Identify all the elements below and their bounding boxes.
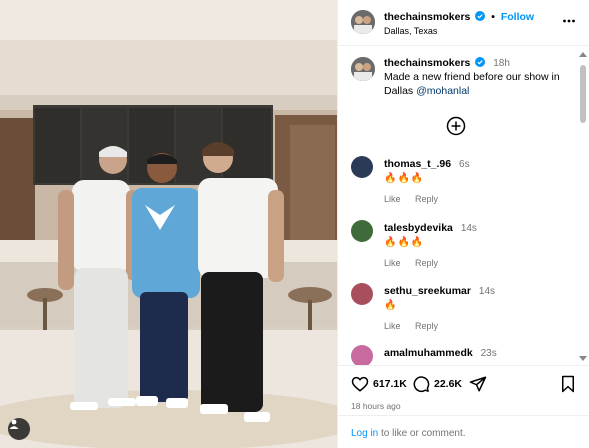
comment-actions: Like Reply: [384, 258, 450, 268]
commenter-username[interactable]: talesbydevika: [384, 222, 453, 234]
verified-badge-icon: [475, 57, 486, 67]
commenter-username[interactable]: sethu_sreekumar: [384, 285, 471, 297]
comment-reply-button[interactable]: Reply: [415, 258, 438, 268]
comment-count: 22.6K: [434, 378, 463, 390]
scrollbar-thumb[interactable]: [580, 65, 586, 123]
comment-text: 🔥: [384, 300, 398, 311]
photo-illustration: [0, 0, 337, 448]
like-count: 617.1K: [373, 378, 407, 390]
scroll-down-arrow-icon[interactable]: [579, 356, 587, 361]
post-header: thechainsmokers • Follow Dallas, Texas: [338, 0, 589, 46]
post-timestamp: 18 hours ago: [351, 401, 401, 411]
follow-button[interactable]: Follow: [501, 11, 534, 23]
comment-header: sethu_sreekumar 14s: [384, 285, 495, 297]
login-prompt: Log in to like or comment.: [338, 415, 589, 448]
comment-bubble-icon: [413, 376, 430, 393]
share-action[interactable]: [469, 375, 491, 393]
commenter-username[interactable]: thomas_t_.96: [384, 158, 451, 170]
comment-item: talesbydevika 14s 🔥🔥🔥 Like Reply: [338, 218, 578, 278]
post-location[interactable]: Dallas, Texas: [384, 26, 437, 36]
tagged-users-button[interactable]: [8, 418, 30, 440]
comment-like-button[interactable]: Like: [384, 258, 401, 268]
comment-time: 6s: [459, 159, 470, 170]
author-avatar[interactable]: [351, 10, 375, 34]
caption-header: thechainsmokers 18h: [384, 57, 510, 69]
comment-actions: Like Reply: [384, 321, 450, 331]
commenter-avatar[interactable]: [351, 156, 373, 178]
post-side-panel: thechainsmokers • Follow Dallas, Texas t…: [337, 0, 589, 448]
author-username[interactable]: thechainsmokers: [384, 11, 470, 23]
heart-icon: [351, 376, 369, 392]
caption-time: 18h: [493, 58, 510, 69]
save-action[interactable]: [560, 375, 580, 393]
commenter-avatar[interactable]: [351, 220, 373, 242]
comment-reply-button[interactable]: Reply: [415, 194, 438, 204]
share-paper-plane-icon: [469, 376, 487, 392]
caption-text: Made a new friend before our show in Dal…: [384, 70, 564, 98]
caption-username[interactable]: thechainsmokers: [384, 57, 470, 69]
like-action[interactable]: 617.1K: [351, 375, 407, 393]
comment-header: thomas_t_.96 6s: [384, 158, 470, 170]
comment-header: amalmuhammedk 23s: [384, 347, 497, 359]
comments-scroll-area[interactable]: thechainsmokers 18h Made a new friend be…: [338, 47, 589, 365]
comment-header: talesbydevika 14s: [384, 222, 477, 234]
comment-item: sethu_sreekumar 14s 🔥 Like Reply: [338, 281, 578, 341]
comment-time: 23s: [480, 348, 497, 359]
caption-mention-link[interactable]: @mohanlal: [416, 85, 469, 97]
person-icon: [9, 419, 19, 429]
header-author-row: thechainsmokers • Follow: [384, 11, 534, 23]
comment-text: 🔥🔥🔥: [384, 173, 425, 184]
comment-action[interactable]: 22.6K: [412, 375, 462, 393]
comment-like-button[interactable]: Like: [384, 321, 401, 331]
post-actions-bar: 617.1K 22.6K 18 hours ago: [338, 365, 589, 415]
login-prompt-text: to like or comment.: [378, 428, 466, 439]
caption-avatar-image: [351, 57, 375, 81]
verified-badge-icon: [475, 11, 486, 21]
comment-text: 🔥🔥🔥: [384, 237, 425, 248]
commenter-avatar[interactable]: [351, 283, 373, 305]
post-photo[interactable]: [0, 0, 337, 448]
commenter-avatar[interactable]: [351, 345, 373, 365]
caption-body: Made a new friend before our show in Dal…: [384, 71, 560, 97]
comment-time: 14s: [460, 223, 477, 234]
caption-author-avatar[interactable]: [351, 57, 375, 81]
comment-item: thomas_t_.96 6s 🔥🔥🔥 Like Reply: [338, 154, 578, 214]
separator-dot: •: [491, 11, 495, 23]
bookmark-icon: [562, 375, 574, 393]
comment-actions: Like Reply: [384, 194, 450, 204]
comments-scrollbar[interactable]: [576, 47, 589, 365]
commenter-username[interactable]: amalmuhammedk: [384, 347, 473, 359]
more-options-icon[interactable]: [562, 14, 576, 28]
comment-time: 14s: [478, 286, 496, 297]
comment-item: amalmuhammedk 23s: [338, 343, 578, 365]
login-link[interactable]: Log in: [351, 428, 378, 439]
author-avatar-image: [351, 10, 375, 34]
comment-reply-button[interactable]: Reply: [415, 321, 438, 331]
comment-like-button[interactable]: Like: [384, 194, 401, 204]
load-more-comments-icon[interactable]: [446, 116, 466, 136]
scroll-up-arrow-icon[interactable]: [579, 52, 587, 57]
